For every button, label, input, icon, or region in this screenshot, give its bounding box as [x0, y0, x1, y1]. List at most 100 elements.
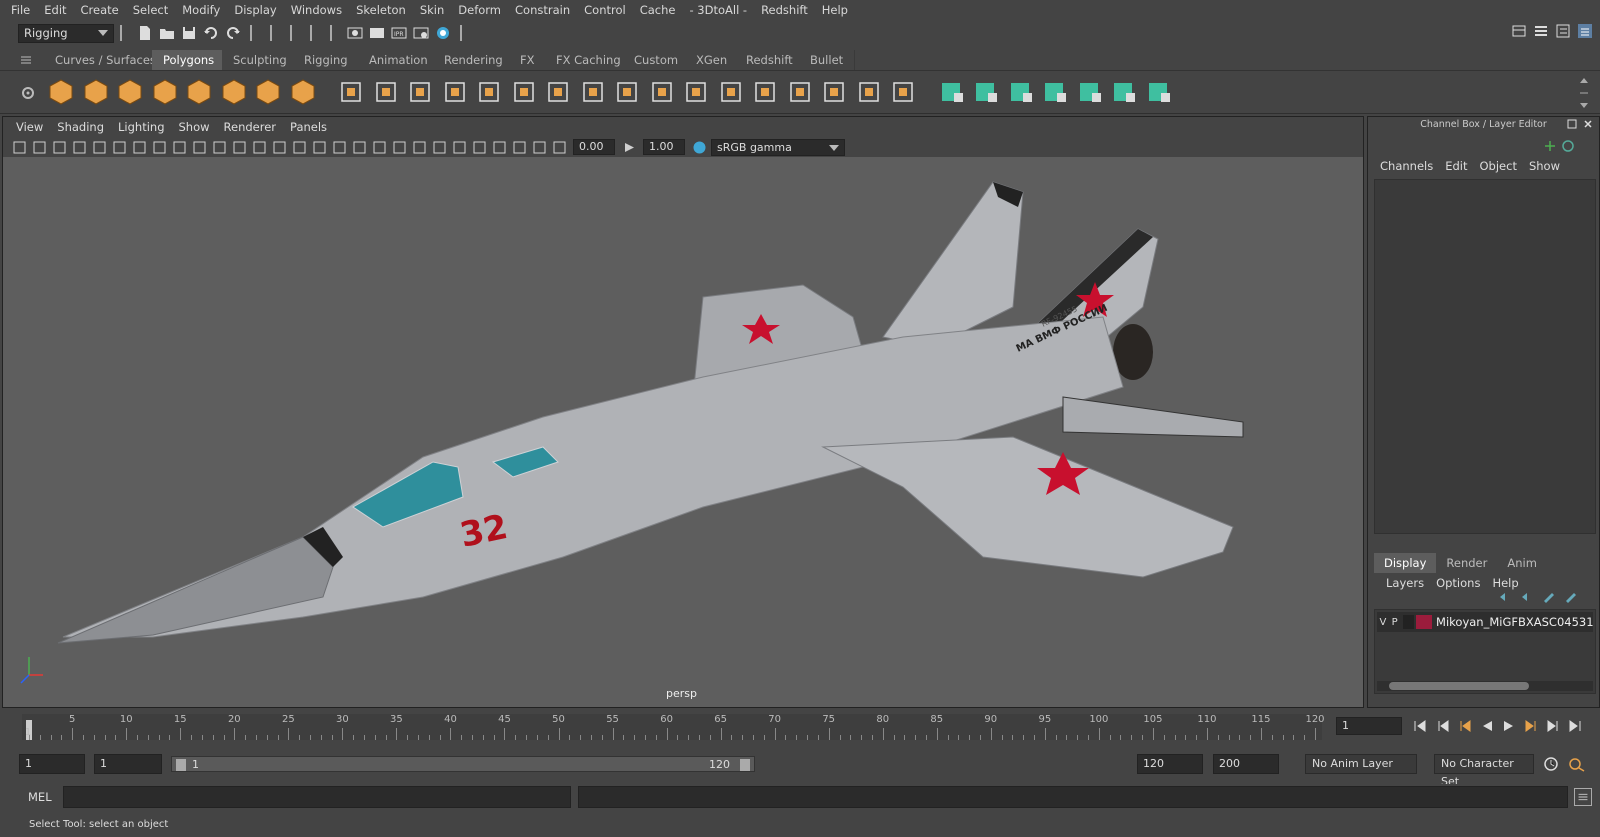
- camera-attributes-icon[interactable]: [32, 140, 47, 155]
- separator-icon[interactable]: [460, 25, 468, 41]
- tab-custom[interactable]: Custom: [623, 50, 691, 70]
- separator-icon[interactable]: [250, 25, 258, 41]
- motion-blur-icon[interactable]: [412, 140, 427, 155]
- tab-redshift[interactable]: Redshift: [735, 50, 805, 70]
- channel-menu-show[interactable]: Show: [1523, 159, 1566, 173]
- automatic-uv-icon[interactable]: [1040, 77, 1070, 107]
- boolean-icon[interactable]: [474, 77, 504, 107]
- panel-menu-shading[interactable]: Shading: [50, 120, 111, 134]
- gate-mask-icon[interactable]: [192, 140, 207, 155]
- color-management-icon[interactable]: [692, 140, 707, 155]
- time-slider-track[interactable]: 1 5 10 15 20 25 30 35 40 45 50 55 60 65 70 75 80 85 90 95 1…: [22, 714, 1325, 740]
- scrollbar-thumb[interactable]: [1389, 682, 1529, 690]
- new-layer-icon[interactable]: [1541, 589, 1557, 605]
- shelf-settings-icon[interactable]: [20, 85, 36, 101]
- new-layer-selected-icon[interactable]: [1563, 589, 1579, 605]
- bookmark-icon[interactable]: [52, 140, 67, 155]
- menu-control[interactable]: Control: [577, 0, 633, 20]
- channel-menu-channels[interactable]: Channels: [1374, 159, 1439, 173]
- layer-display-type[interactable]: [1402, 615, 1415, 629]
- isolate-select-icon[interactable]: [472, 140, 487, 155]
- view-transform-dropdown[interactable]: sRGB gamma: [711, 138, 845, 156]
- symmetrize-icon[interactable]: [1144, 77, 1174, 107]
- poly-cone-icon[interactable]: [150, 77, 180, 107]
- field-chart-icon[interactable]: [212, 140, 227, 155]
- channel-menu-object[interactable]: Object: [1474, 159, 1523, 173]
- menu-edit[interactable]: Edit: [37, 0, 73, 20]
- xray-icon[interactable]: [492, 140, 507, 155]
- panel-menu-view[interactable]: View: [9, 120, 50, 134]
- panel-menu-lighting[interactable]: Lighting: [111, 120, 171, 134]
- menu-cache[interactable]: Cache: [633, 0, 683, 20]
- layer-menu-layers[interactable]: Layers: [1380, 576, 1430, 590]
- tab-animation[interactable]: Animation: [358, 50, 440, 70]
- tab-curves-surfaces[interactable]: Curves / Surfaces: [44, 50, 168, 70]
- textured-icon[interactable]: [332, 140, 347, 155]
- tab-fx[interactable]: FX: [509, 50, 547, 70]
- mirror-icon[interactable]: [509, 77, 539, 107]
- hypershade-icon[interactable]: [435, 25, 451, 41]
- layer-color-swatch[interactable]: [1416, 615, 1433, 629]
- multisample-aa-icon[interactable]: [432, 140, 447, 155]
- spherical-uv-icon[interactable]: [1006, 77, 1036, 107]
- tab-rendering[interactable]: Rendering: [433, 50, 515, 70]
- shadows-icon[interactable]: [372, 140, 387, 155]
- animation-end-field[interactable]: 200: [1213, 754, 1279, 774]
- layer-tab-display[interactable]: Display: [1374, 553, 1437, 573]
- separator-icon[interactable]: [120, 25, 128, 41]
- layer-menu-options[interactable]: Options: [1430, 576, 1486, 590]
- playback-end-field[interactable]: 120: [1137, 754, 1203, 774]
- step-forward-frame-icon[interactable]: [1524, 719, 1538, 733]
- separator-icon[interactable]: [310, 25, 318, 41]
- play-forwards-icon[interactable]: [1502, 719, 1516, 733]
- select-camera-icon[interactable]: [12, 140, 27, 155]
- channel-menu-edit[interactable]: Edit: [1439, 159, 1473, 173]
- character-set-dropdown[interactable]: No Character Set: [1434, 754, 1534, 788]
- menu-deform[interactable]: Deform: [451, 0, 508, 20]
- insert-loop-icon[interactable]: [785, 77, 815, 107]
- menu-display[interactable]: Display: [227, 0, 283, 20]
- append-polygon-icon[interactable]: [750, 77, 780, 107]
- layer-menu-help[interactable]: Help: [1486, 576, 1524, 590]
- separate-icon[interactable]: [371, 77, 401, 107]
- save-scene-icon[interactable]: [181, 25, 197, 41]
- modeling-toolkit-icon[interactable]: [1511, 23, 1527, 39]
- attribute-editor-icon[interactable]: [1533, 23, 1549, 39]
- target-weld-icon[interactable]: [612, 77, 642, 107]
- tab-xgen[interactable]: XGen: [685, 50, 740, 70]
- safe-title-icon[interactable]: [252, 140, 267, 155]
- extrude-icon[interactable]: [854, 77, 884, 107]
- redo-icon[interactable]: [225, 25, 241, 41]
- layer-tab-anim[interactable]: Anim: [1497, 553, 1547, 573]
- menu-modify[interactable]: Modify: [175, 0, 227, 20]
- menu-3dtoall[interactable]: - 3DtoAll -: [682, 0, 754, 20]
- range-slider-bar[interactable]: 1 120: [171, 756, 755, 772]
- shelf-scroll-icon[interactable]: [1578, 75, 1590, 111]
- grease-pencil-icon[interactable]: [112, 140, 127, 155]
- poly-sphere-icon[interactable]: [46, 77, 76, 107]
- step-back-frame-icon[interactable]: [1458, 719, 1472, 733]
- quad-draw-icon[interactable]: [543, 77, 573, 107]
- poly-pyramid-icon[interactable]: [253, 77, 283, 107]
- depth-of-field-icon[interactable]: [452, 140, 467, 155]
- range-end-handle[interactable]: [740, 759, 750, 771]
- xray-active-icon[interactable]: [512, 140, 527, 155]
- multi-cut-icon[interactable]: [578, 77, 608, 107]
- unfold-uv-icon[interactable]: [1075, 77, 1105, 107]
- layer-row[interactable]: V P Mikoyan_MiGFBXASC04531_Sup: [1377, 612, 1593, 632]
- menu-file[interactable]: File: [4, 0, 37, 20]
- play-backwards-icon[interactable]: [1480, 719, 1494, 733]
- tool-settings-icon[interactable]: [1555, 23, 1571, 39]
- gamma-field[interactable]: 1.00: [643, 139, 685, 155]
- layer-playback-toggle[interactable]: P: [1389, 617, 1401, 628]
- use-all-lights-icon[interactable]: [352, 140, 367, 155]
- render-settings-icon[interactable]: [413, 25, 429, 41]
- animation-preferences-icon[interactable]: [1568, 756, 1586, 772]
- merge-icon[interactable]: [888, 77, 918, 107]
- ipr-render-icon[interactable]: IPR: [391, 25, 407, 41]
- bevel-icon[interactable]: [647, 77, 677, 107]
- aircraft-model[interactable]: 32 МА ВМФ РОССИИ RF-92455: [3, 157, 1363, 707]
- smooth-shade-icon[interactable]: [292, 140, 307, 155]
- render-frame-icon[interactable]: [369, 25, 385, 41]
- new-scene-icon[interactable]: [137, 25, 153, 41]
